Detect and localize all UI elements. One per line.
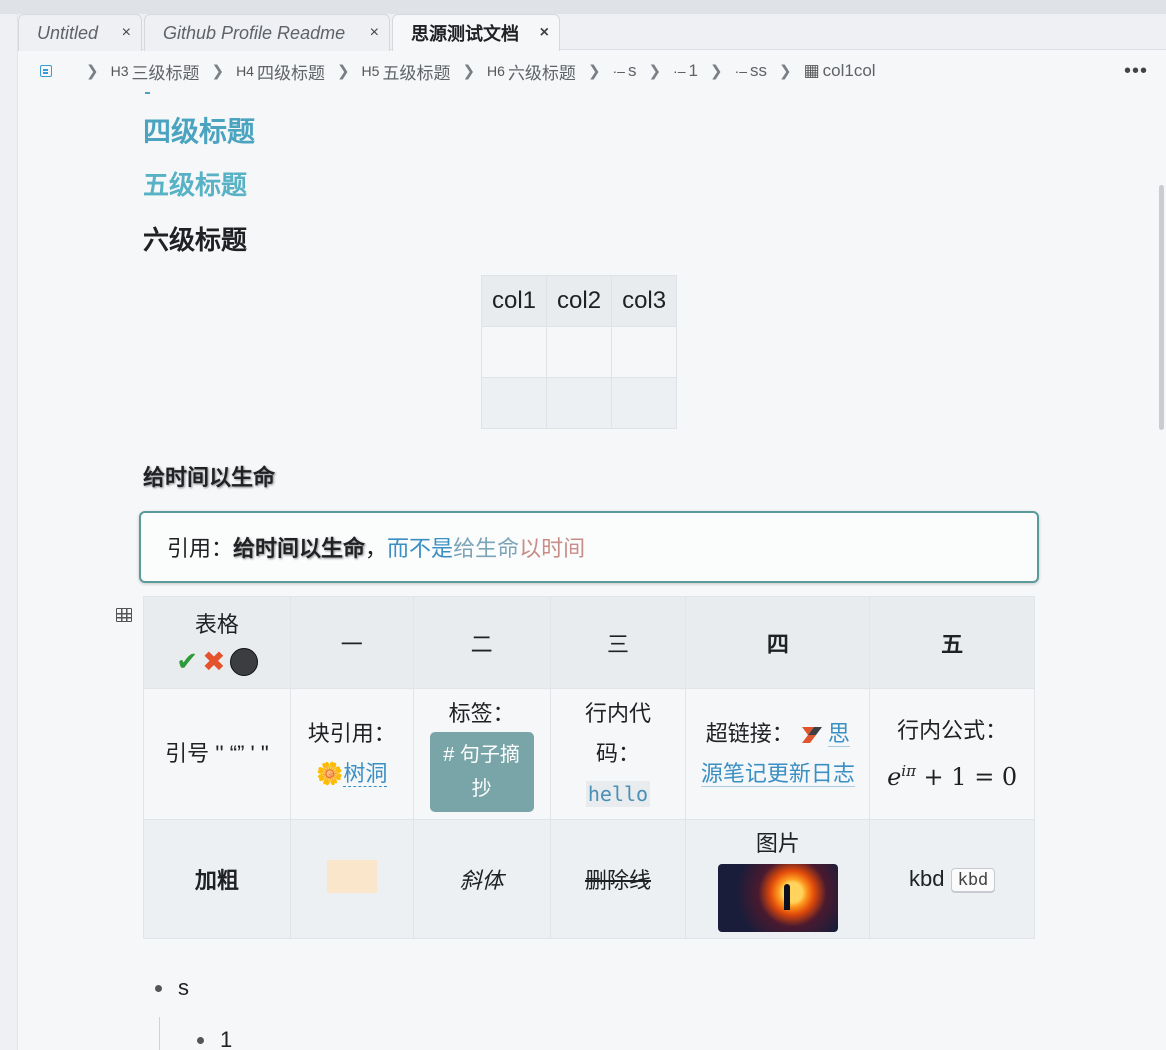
table-header-cell[interactable]: 五 [869,596,1035,689]
quote-colored-text: 给生命 [453,536,520,561]
heading-h4[interactable]: 四级标题 [143,110,255,150]
table-cell-image[interactable]: 图片 [685,819,871,939]
quote-block[interactable]: 引用： 给时间以生命 ， 而不是 给生命 以时间 [139,511,1039,583]
table-cell-kbd[interactable]: kbd kbd [869,819,1035,939]
bullet-icon[interactable] [155,984,162,992]
list-item-text: 1 [220,1027,233,1050]
table-cell-hyperlink[interactable]: 超链接： 思源笔记更新日志 [685,688,871,820]
table-cell-quotes[interactable]: 引号 '' “” ' " [143,688,291,820]
table-cell[interactable] [480,377,548,429]
cell-label: 超链接： [705,721,794,746]
list-item-text: s [178,975,189,1000]
quote-prefix: 引用： [167,536,234,561]
table-cell-italic[interactable]: 斜体 [412,819,551,939]
quote-colored-text: 而不是 [387,536,454,561]
bullet-icon[interactable] [197,1036,204,1044]
bullet-list: s 1 [155,975,232,1050]
table-header-cell[interactable]: col2 [546,275,613,327]
math-rest: + 1 = 0 [915,763,1018,791]
quote-bold-text: 给时间以生命 [233,536,366,561]
tag-chip[interactable]: # 句子摘抄 [429,732,534,812]
siyuan-logo-icon [801,727,822,744]
check-icon: ✔ [176,646,199,676]
quote-colored-text: 以时间 [519,536,586,561]
list-guide-line [159,1017,160,1050]
table-header-cell[interactable]: col3 [611,275,678,327]
table-cell[interactable] [480,326,548,378]
cross-icon: ✖ [202,646,226,677]
table-header-cell[interactable]: col1 [480,275,548,327]
table-header-cell[interactable]: 表格 ✔ ✖ [143,596,291,689]
inline-math: eiπ + 1 = 0 [870,751,1034,797]
table-header-cell[interactable]: 四 [685,596,871,689]
heading-h6[interactable]: 六级标题 [143,220,247,257]
editor-content: 四级标题 五级标题 六级标题 col1 col2 col3 给时间以生命 引用：… [0,0,1166,1050]
header-label: 表格 [194,612,239,637]
table-block-icon[interactable] [116,608,132,622]
cell-label: kbd [908,865,945,891]
cell-label: 块引用： [307,721,396,746]
cell-label: 行内公式： [897,718,1008,743]
table-cell-strikethrough[interactable]: 删除线 [549,819,687,939]
list-item[interactable]: 1 [197,1027,232,1050]
table-cell-inline-math[interactable]: 行内公式： eiπ + 1 = 0 [869,688,1035,820]
table-cell[interactable] [611,326,678,378]
heading-h5[interactable]: 五级标题 [143,165,247,202]
small-table[interactable]: col1 col2 col3 [480,275,678,429]
block-ref-link[interactable]: 树洞 [343,761,388,787]
table-cell[interactable] [611,377,678,429]
flower-icon: 🌼 [316,761,344,786]
math-base: e [887,763,902,791]
cell-label: 图片 [755,831,800,856]
feature-table[interactable]: 表格 ✔ ✖ 一 二 三 四 五 引号 '' “” ' " 块引用： 🌼树洞 标… [143,596,1035,939]
table-cell-block-ref[interactable]: 块引用： 🌼树洞 [289,688,414,820]
table-header-cell[interactable]: 一 [289,596,414,689]
table-header-cell[interactable]: 二 [412,596,551,689]
cell-label: 行内代码： [584,701,651,766]
image-thumbnail[interactable] [717,864,838,932]
kbd-key: kbd [950,868,996,893]
table-cell-bold[interactable]: 加粗 [143,819,291,939]
cell-label: 标签： [448,701,515,726]
color-swatch [326,859,377,893]
table-cell[interactable] [546,326,613,378]
table-header-cell[interactable]: 三 [549,596,687,689]
table-cell-color[interactable] [289,819,414,939]
list-item[interactable]: s [155,975,189,1001]
table-cell-tag[interactable]: 标签： # 句子摘抄 [412,688,551,820]
math-exponent: iπ [901,762,916,780]
inline-code: hello [585,781,651,807]
table-cell-inline-code[interactable]: 行内代码： hello [549,688,687,820]
table-cell[interactable] [546,377,613,429]
heading-fragment [145,92,150,94]
circle-icon [229,647,258,676]
life-heading[interactable]: 给时间以生命 [143,460,275,492]
quote-comma: ， [365,536,388,561]
